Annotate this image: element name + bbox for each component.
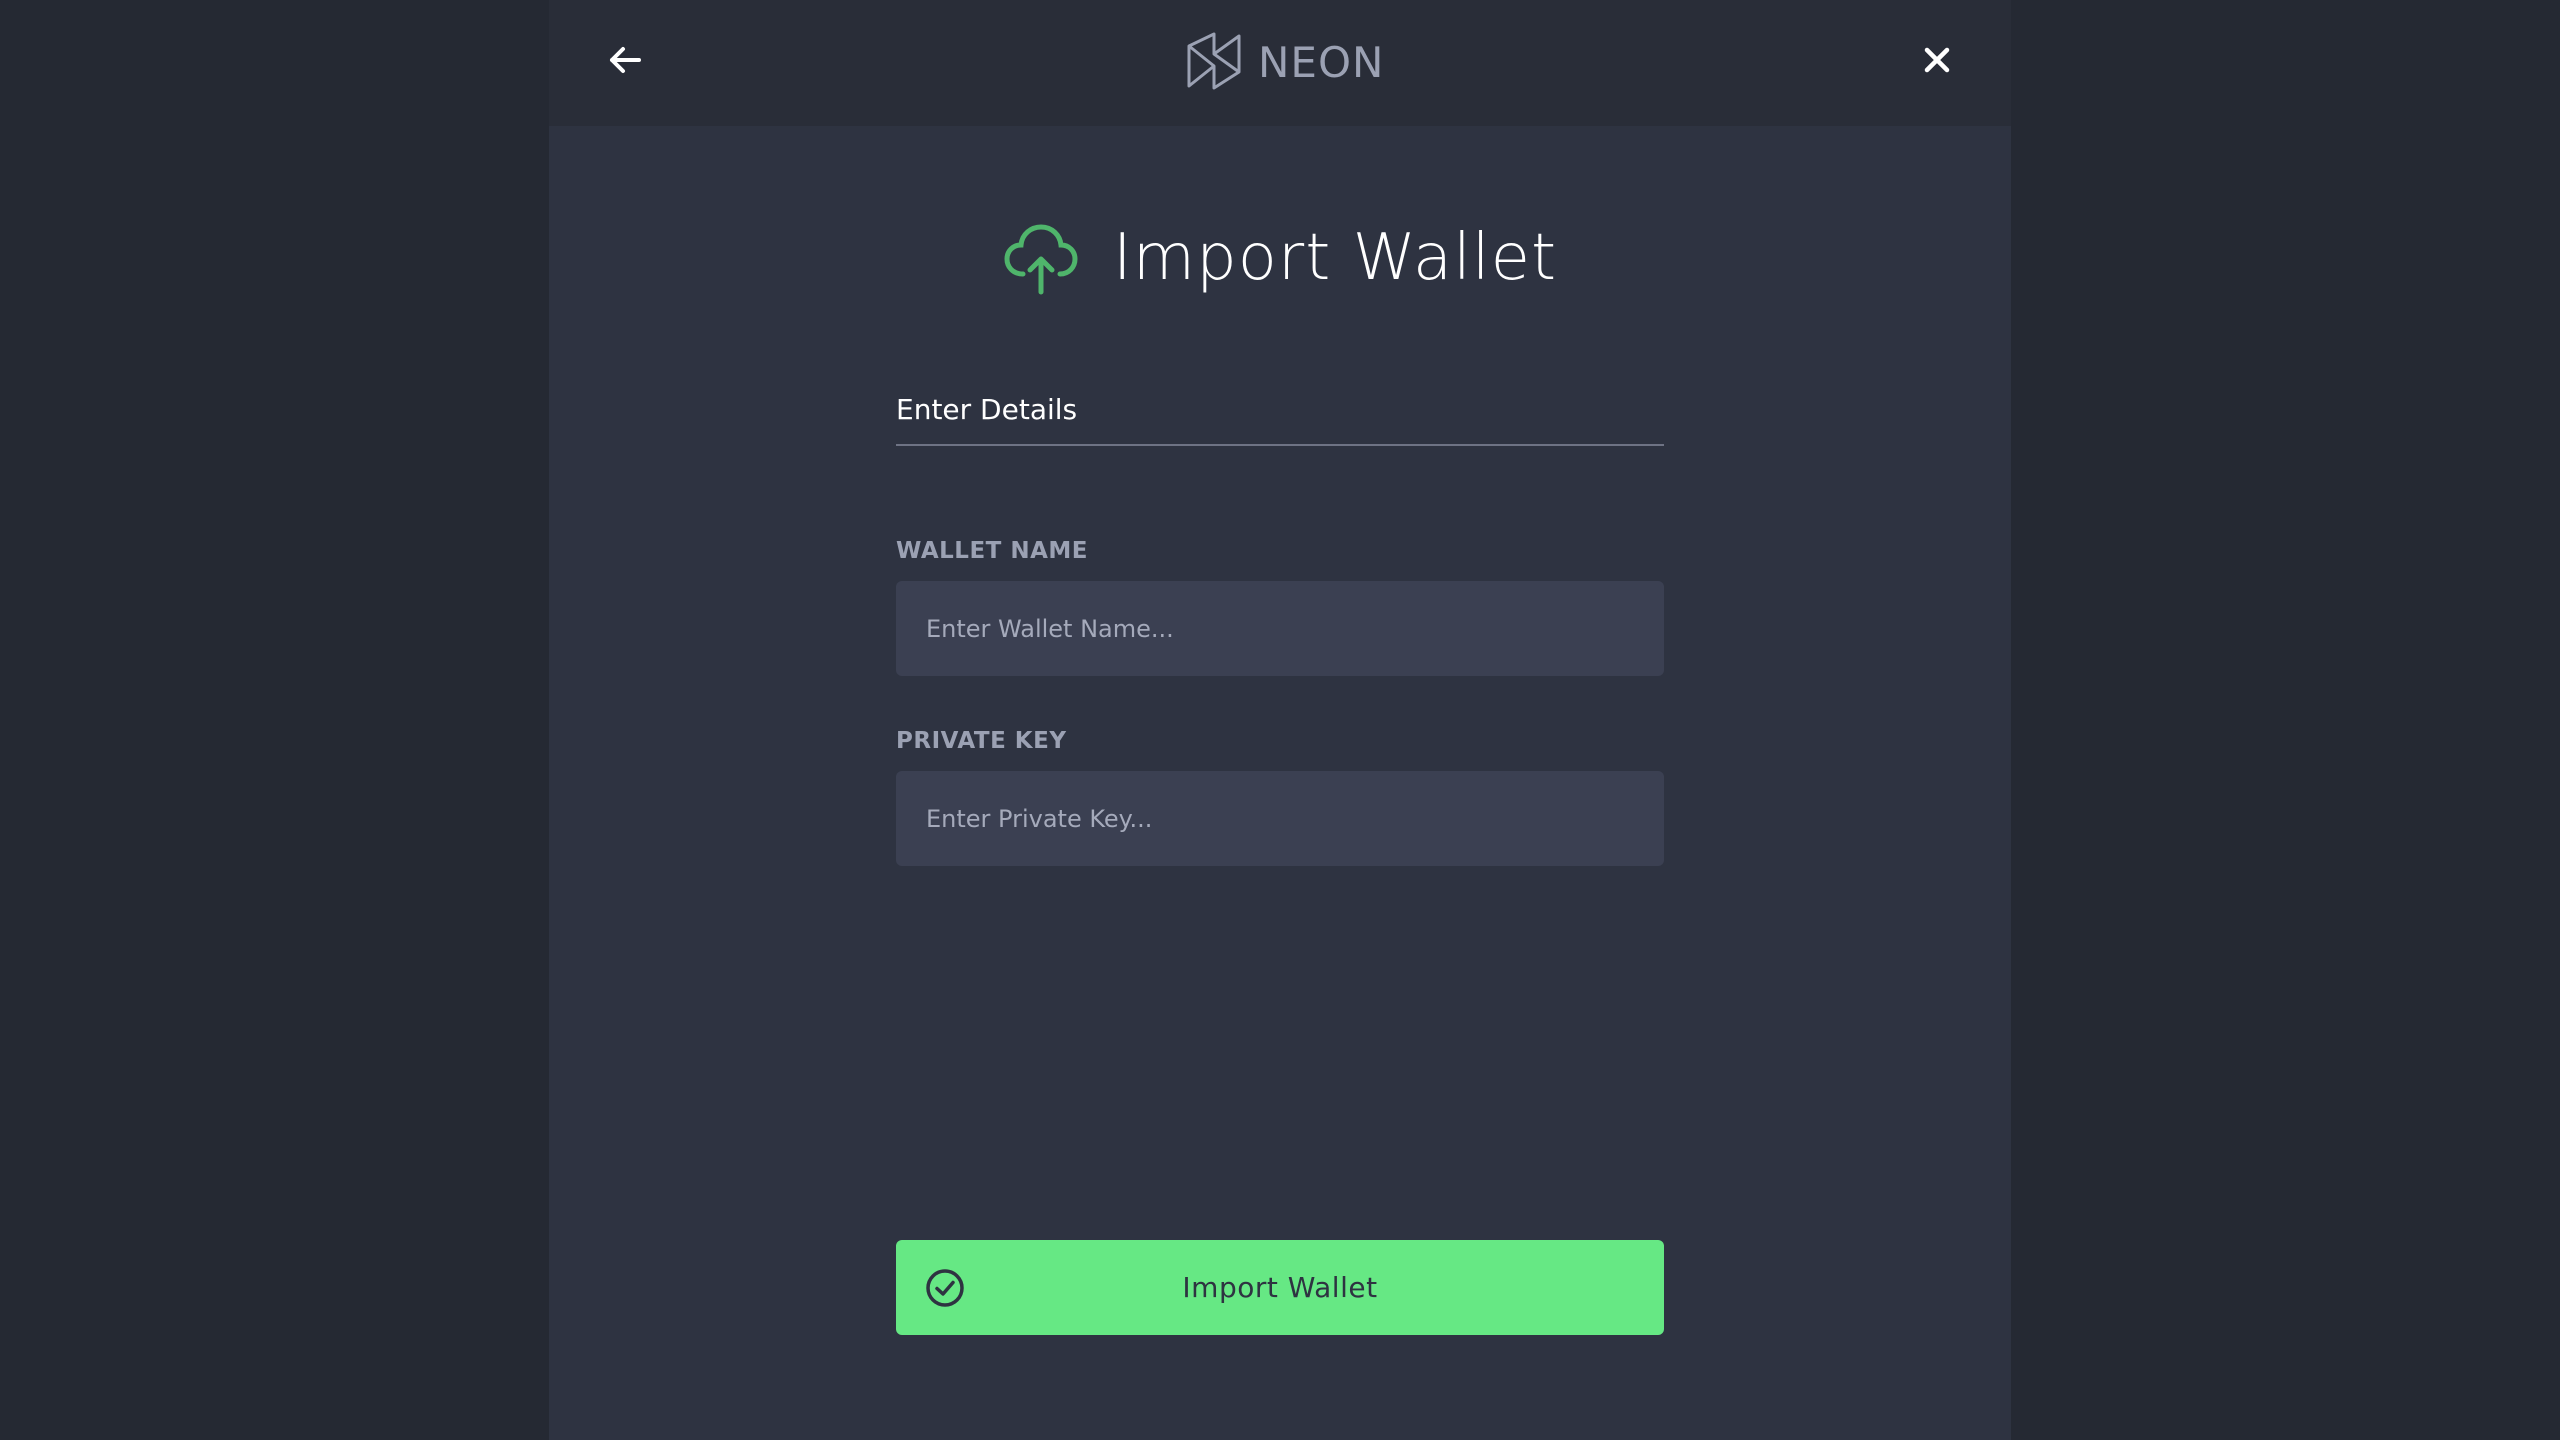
- back-button[interactable]: [601, 36, 649, 84]
- page-title: Import Wallet: [1112, 221, 1558, 295]
- cloud-upload-icon: [1004, 224, 1078, 295]
- brand: NEON: [1184, 30, 1384, 94]
- neon-logo-icon: [1187, 32, 1241, 90]
- import-form: Enter Details WALLET NAME PRIVATE KEY: [896, 384, 1664, 866]
- wallet-name-label: WALLET NAME: [896, 538, 1089, 564]
- import-wallet-button-label: Import Wallet: [1182, 1271, 1378, 1304]
- brand-name: NEON: [1258, 37, 1385, 87]
- close-button[interactable]: [1913, 36, 1961, 84]
- page-heading: Import Wallet: [549, 220, 2011, 296]
- section-title: Enter Details: [896, 384, 1664, 446]
- check-circle-icon: [926, 1269, 964, 1307]
- private-key-label: PRIVATE KEY: [896, 728, 1067, 754]
- arrow-left-icon: [610, 47, 641, 73]
- import-wallet-panel: NEON Import Wallet Enter Details WALLET …: [549, 0, 2011, 1440]
- close-icon: [1924, 47, 1950, 73]
- top-bar: NEON: [549, 0, 2011, 126]
- import-wallet-button[interactable]: Import Wallet: [896, 1240, 1664, 1335]
- wallet-name-input[interactable]: [896, 581, 1664, 676]
- private-key-input[interactable]: [896, 771, 1664, 866]
